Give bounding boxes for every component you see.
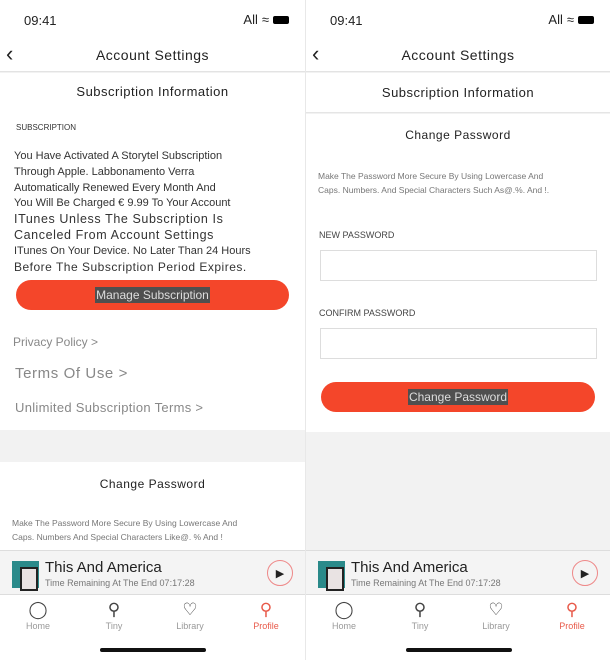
change-password-section: Change Password Make The Password More S… bbox=[0, 462, 305, 552]
change-password-button[interactable]: Change Password bbox=[321, 382, 595, 412]
nav-header: ‹ Account Settings bbox=[0, 40, 305, 72]
search-icon: ⚲ bbox=[107, 600, 121, 619]
description-line: Caps. Numbers. And Special Characters Su… bbox=[318, 185, 550, 195]
player-title: This And America bbox=[45, 559, 162, 576]
tab-bar: ◯ Home ⚲ Tiny ♡ Library ⚲ Profile bbox=[306, 595, 610, 660]
signal-label: All bbox=[548, 12, 563, 27]
person-icon: ⚲ bbox=[565, 600, 579, 619]
subscription-line: Canceled From Account Settings bbox=[14, 227, 215, 242]
tab-library[interactable]: ♡ Library bbox=[466, 599, 526, 631]
subscription-line: Automatically Renewed Every Month And bbox=[14, 181, 216, 194]
play-button[interactable]: ▶ bbox=[267, 560, 293, 586]
manage-subscription-button[interactable]: Manage Subscription bbox=[16, 280, 289, 310]
subscription-line: Before The Subscription Period Expires. bbox=[14, 259, 247, 274]
page-title: Account Settings bbox=[95, 47, 210, 63]
subscription-section-collapsed[interactable]: Subscription Information bbox=[306, 73, 610, 113]
tab-label: Library bbox=[176, 621, 204, 631]
mini-player[interactable]: This And America Time Remaining At The E… bbox=[306, 550, 610, 595]
tab-profile[interactable]: ⚲ Profile bbox=[542, 599, 602, 631]
status-icons: All ≈ bbox=[243, 12, 289, 27]
change-password-title: Change Password bbox=[99, 477, 206, 491]
play-icon: ▶ bbox=[275, 567, 285, 580]
back-chevron-icon[interactable]: ‹ bbox=[312, 40, 320, 68]
lightbulb-icon: ◯ bbox=[28, 600, 48, 619]
confirm-password-input[interactable] bbox=[320, 328, 597, 359]
tab-tiny[interactable]: ⚲ Tiny bbox=[390, 599, 450, 631]
tab-library[interactable]: ♡ Library bbox=[160, 599, 220, 631]
tab-label: Tiny bbox=[411, 621, 429, 631]
tab-label: Profile bbox=[559, 621, 585, 631]
player-title: This And America bbox=[351, 559, 468, 576]
search-icon: ⚲ bbox=[413, 600, 427, 619]
tab-profile[interactable]: ⚲ Profile bbox=[236, 599, 296, 631]
tab-home[interactable]: ◯ Home bbox=[8, 599, 68, 631]
new-password-input[interactable] bbox=[320, 250, 597, 281]
status-time: 09:41 bbox=[330, 13, 363, 28]
book-cover bbox=[12, 561, 39, 591]
change-password-button-label: Change Password bbox=[407, 389, 509, 405]
status-bar: 09:41 All ≈ bbox=[0, 0, 305, 40]
home-indicator bbox=[100, 648, 206, 652]
subscription-line: ITunes On Your Device. No Later Than 24 … bbox=[14, 244, 251, 257]
description-line: Make The Password More Secure By Using L… bbox=[318, 171, 544, 181]
confirm-password-label: CONFIRM PASSWORD bbox=[319, 308, 416, 318]
change-password-description: Make The Password More Secure By Using L… bbox=[12, 516, 293, 544]
status-icons: All ≈ bbox=[548, 12, 594, 27]
unlimited-subscription-terms-link[interactable]: Unlimited Subscription Terms > bbox=[15, 400, 203, 415]
change-password-title: Change Password bbox=[405, 128, 511, 142]
wifi-icon: ≈ bbox=[566, 12, 574, 27]
subscription-line: Through Apple. Labbonamento Verra bbox=[14, 165, 195, 178]
status-time: 09:41 bbox=[24, 13, 57, 28]
lightbulb-icon: ◯ bbox=[334, 600, 354, 619]
change-password-section: Change Password Make The Password More S… bbox=[306, 114, 610, 432]
terms-of-use-link[interactable]: Terms Of Use > bbox=[15, 365, 128, 382]
subscription-title: Subscription Information bbox=[76, 84, 229, 99]
play-icon: ▶ bbox=[580, 567, 590, 580]
subscription-title: Subscription Information bbox=[381, 85, 535, 100]
description-line: Make The Password More Secure By Using L… bbox=[12, 518, 238, 528]
subscription-line: ITunes Unless The Subscription Is bbox=[14, 212, 224, 227]
heart-icon: ♡ bbox=[182, 600, 198, 619]
status-bar: 09:41 All ≈ bbox=[306, 0, 610, 40]
back-chevron-icon[interactable]: ‹ bbox=[6, 40, 14, 68]
heart-icon: ♡ bbox=[488, 600, 504, 619]
player-subtitle: Time Remaining At The End 07:17:28 bbox=[351, 578, 501, 588]
subscription-line: You Have Activated A Storytel Subscripti… bbox=[14, 150, 223, 162]
subscription-line: You Will Be Charged € 9.99 To Your Accou… bbox=[14, 197, 231, 210]
account-settings-screen-subscription: 09:41 All ≈ ‹ Account Settings Subscripti… bbox=[0, 0, 305, 660]
person-icon: ⚲ bbox=[259, 600, 273, 619]
tab-label: Home bbox=[331, 621, 356, 631]
signal-label: All bbox=[243, 12, 258, 27]
tab-label: Home bbox=[25, 621, 50, 631]
nav-header: ‹ Account Settings bbox=[306, 40, 610, 72]
subscription-text: You Have Activated A Storytel Subscripti… bbox=[14, 149, 294, 275]
change-password-description: Make The Password More Secure By Using L… bbox=[318, 169, 598, 197]
tab-label: Tiny bbox=[105, 621, 123, 631]
tab-bar: ◯ Home ⚲ Tiny ♡ Library ⚲ Profile bbox=[0, 595, 305, 660]
book-cover bbox=[318, 561, 345, 591]
manage-subscription-label: Manage Subscription bbox=[95, 287, 210, 303]
play-button[interactable]: ▶ bbox=[572, 560, 598, 586]
tab-home[interactable]: ◯ Home bbox=[314, 599, 374, 631]
tab-tiny[interactable]: ⚲ Tiny bbox=[84, 599, 144, 631]
tab-label: Library bbox=[482, 621, 510, 631]
battery-icon bbox=[273, 15, 289, 24]
privacy-policy-link[interactable]: Privacy Policy > bbox=[13, 335, 98, 349]
player-subtitle: Time Remaining At The End 07:17:28 bbox=[45, 578, 195, 588]
subscription-label: SUBSCRIPTION bbox=[16, 123, 77, 132]
home-indicator bbox=[406, 648, 512, 652]
subscription-section: Subscription Information SUBSCRIPTION Yo… bbox=[0, 73, 305, 430]
new-password-label: NEW PASSWORD bbox=[319, 230, 395, 240]
wifi-icon: ≈ bbox=[261, 12, 269, 27]
page-title: Account Settings bbox=[401, 47, 515, 63]
mini-player[interactable]: This And America Time Remaining At The E… bbox=[0, 550, 305, 595]
account-settings-screen-password: 09:41 All ≈ ‹ Account Settings Subscripti… bbox=[305, 0, 610, 660]
battery-icon bbox=[578, 15, 594, 24]
description-line: Caps. Numbers And Special Characters Lik… bbox=[12, 532, 223, 542]
tab-label: Profile bbox=[253, 621, 279, 631]
